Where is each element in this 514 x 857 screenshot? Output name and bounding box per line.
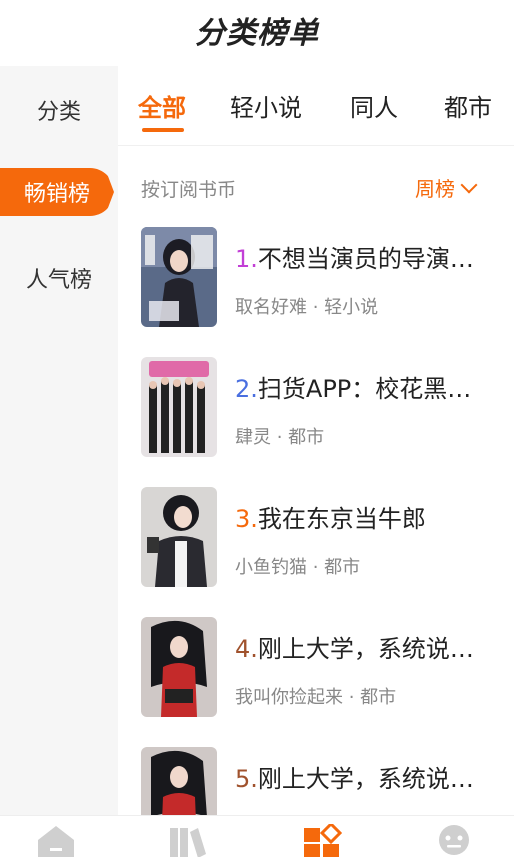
book-item[interactable]: 4.刚上大学，系统说我是富二代 我叫你捡起来 · 都市 [141, 617, 514, 717]
book-rank: 2. [235, 375, 258, 403]
tab-urban[interactable]: 都市 [444, 88, 492, 123]
book-item[interactable]: 3.我在东京当牛郎 小鱼钓猫 · 都市 [141, 487, 514, 587]
category-icon[interactable] [302, 824, 342, 857]
book-rank: 1. [235, 245, 258, 273]
book-title-text: 不想当演员的导演不是好男神 [257, 245, 493, 273]
meta-separator: · [271, 427, 289, 448]
book-category: 轻小说 [324, 297, 379, 318]
period-value: 周榜 [415, 177, 455, 201]
book-cover-image [141, 357, 217, 457]
bookshelf-icon[interactable] [166, 824, 206, 857]
book-cover-image [141, 617, 217, 717]
sidebar-item-category[interactable]: 分类 [0, 86, 118, 134]
book-rank: 4. [235, 635, 258, 663]
bottom-nav [0, 815, 514, 857]
book-author: 取名好难 [235, 297, 307, 318]
period-dropdown[interactable]: 周榜 [415, 173, 478, 202]
book-meta: 肆灵 · 都市 [235, 423, 324, 449]
book-category: 都市 [324, 557, 361, 578]
book-meta: 小鱼钓猫 · 都市 [235, 553, 360, 579]
active-tab-indicator [142, 128, 184, 132]
book-rank: 3. [235, 505, 258, 533]
book-item[interactable]: 2.扫货APP：校花黑丝女主播 肆灵 · 都市 [141, 357, 514, 457]
book-title-text: 刚上大学，系统说我是富二代 [257, 635, 493, 663]
book-author: 我叫你捡起来 [235, 687, 343, 708]
book-title-text: 刚上大学，系统说我是富二代 [257, 765, 493, 793]
tab-bar: 全部 轻小说 同人 都市 [118, 66, 514, 146]
chevron-down-icon [460, 176, 478, 193]
book-meta: 取名好难 · 轻小说 [235, 293, 378, 319]
tab-all[interactable]: 全部 [138, 88, 186, 123]
top-header: 分类榜单 [0, 0, 514, 66]
page-title: 分类榜单 [195, 16, 319, 51]
book-title-text: 扫货APP：校花黑丝女主播 [257, 375, 493, 403]
book-title-text: 我在东京当牛郎 [257, 505, 426, 533]
sidebar-item-popular[interactable]: 人气榜 [0, 254, 118, 302]
sidebar-item-bestseller[interactable]: 畅销榜 [0, 168, 114, 216]
book-author: 肆灵 [235, 427, 271, 448]
book-title[interactable]: 2.扫货APP：校花黑丝女主播 [235, 369, 493, 404]
book-author: 小鱼钓猫 [235, 557, 307, 578]
book-category: 都市 [360, 687, 397, 708]
book-title[interactable]: 5.刚上大学，系统说我是富二代 [235, 759, 493, 794]
book-title[interactable]: 4.刚上大学，系统说我是富二代 [235, 629, 493, 664]
left-sidebar: 分类 畅销榜 人气榜 [0, 66, 118, 816]
book-title[interactable]: 3.我在东京当牛郎 [235, 499, 493, 534]
book-title[interactable]: 1.不想当演员的导演不是好男神 [235, 239, 493, 274]
book-cover-image [141, 227, 217, 327]
tab-fanfic[interactable]: 同人 [350, 88, 398, 123]
meta-separator: · [307, 297, 325, 318]
meta-separator: · [307, 557, 325, 578]
tab-light-novel[interactable]: 轻小说 [230, 88, 302, 123]
home-icon[interactable] [36, 824, 76, 857]
profile-icon[interactable] [434, 824, 474, 857]
book-meta: 我叫你捡起来 · 都市 [235, 683, 396, 709]
sort-label: 按订阅书币 [141, 179, 237, 201]
book-category: 都市 [288, 427, 325, 448]
book-cover-image [141, 487, 217, 587]
book-rank: 5. [235, 765, 258, 793]
book-item[interactable]: 1.不想当演员的导演不是好男神 取名好难 · 轻小说 [141, 227, 514, 327]
meta-separator: · [343, 687, 361, 708]
